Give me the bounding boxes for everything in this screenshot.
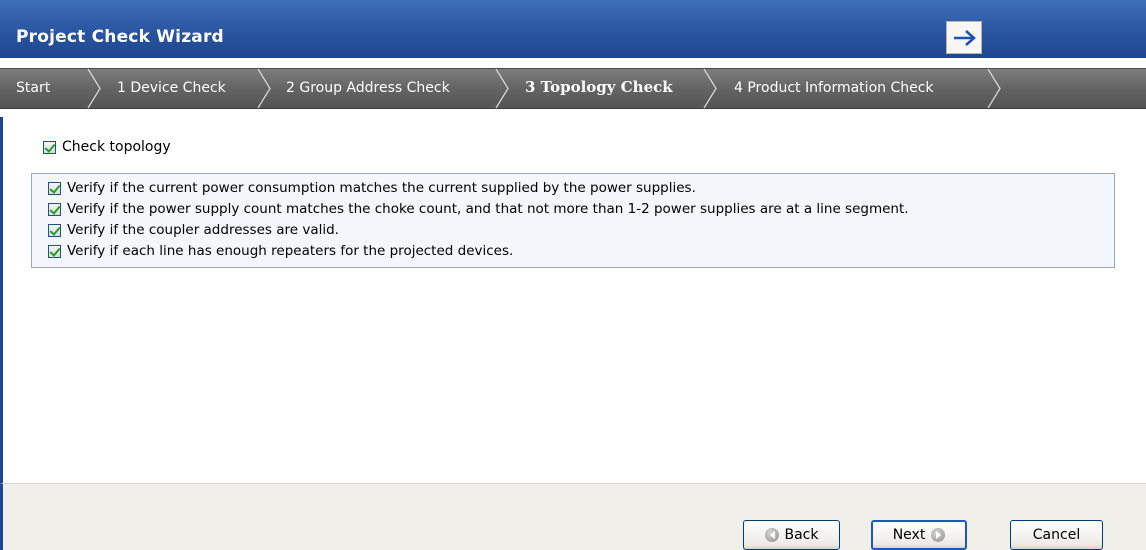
option-label: Verify if each line has enough repeaters… [67, 243, 514, 259]
checkbox[interactable] [48, 202, 61, 216]
crumb-group-address-check[interactable]: 2 Group Address Check [286, 80, 450, 96]
circle-left-icon [764, 528, 779, 542]
back-button-label: Back [784, 527, 819, 543]
chevron-right-icon [987, 69, 1001, 108]
cancel-button[interactable]: Cancel [1010, 520, 1103, 550]
checkbox[interactable] [48, 244, 61, 258]
breadcrumb-strip: Start 1 Device Check 2 Group Address Che… [0, 68, 1146, 109]
option-label: Verify if the current power consumption … [67, 180, 696, 196]
next-button[interactable]: Next [871, 520, 967, 550]
forward-nav-button[interactable] [946, 21, 982, 54]
option-label: Verify if the power supply count matches… [67, 201, 909, 217]
check-topology-option[interactable]: Check topology [43, 139, 171, 155]
content-panel: Check topology Verify if the current pow… [0, 117, 1146, 483]
crumb-product-information-check[interactable]: 4 Product Information Check [734, 80, 934, 96]
crumb-device-check[interactable]: 1 Device Check [117, 80, 226, 96]
chevron-right-icon [87, 69, 101, 108]
option-repeaters[interactable]: Verify if each line has enough repeaters… [48, 243, 513, 259]
option-power-supply-count[interactable]: Verify if the power supply count matches… [48, 201, 909, 217]
next-button-label: Next [892, 527, 926, 543]
checkbox[interactable] [48, 181, 61, 195]
title-bar: Project Check Wizard [0, 0, 1146, 58]
breadcrumb: Start 1 Device Check 2 Group Address Che… [0, 58, 1146, 117]
circle-right-icon [931, 528, 946, 542]
crumb-start[interactable]: Start [16, 80, 50, 96]
check-topology-checkbox[interactable] [43, 140, 56, 154]
crumb-topology-check[interactable]: 3 Topology Check [525, 78, 673, 96]
window-title: Project Check Wizard [16, 27, 224, 47]
cancel-button-label: Cancel [1032, 527, 1081, 543]
option-label: Verify if the coupler addresses are vali… [67, 222, 339, 238]
option-coupler-addresses[interactable]: Verify if the coupler addresses are vali… [48, 222, 339, 238]
arrow-right-icon [954, 30, 976, 46]
chevron-right-icon [257, 69, 271, 108]
back-button[interactable]: Back [743, 520, 840, 550]
option-power-consumption[interactable]: Verify if the current power consumption … [48, 180, 696, 196]
wizard-footer: Back Next Cancel [0, 483, 1146, 550]
check-topology-label: Check topology [62, 139, 171, 155]
chevron-right-icon [495, 69, 509, 108]
checkbox[interactable] [48, 223, 61, 237]
topology-options-group: Verify if the current power consumption … [31, 173, 1115, 268]
chevron-right-icon [703, 69, 717, 108]
